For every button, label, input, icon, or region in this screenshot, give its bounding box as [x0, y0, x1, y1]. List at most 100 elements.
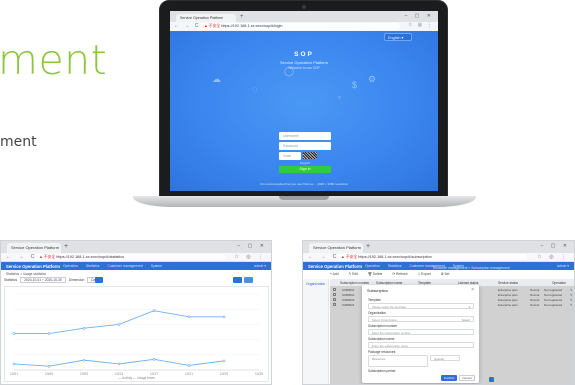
subscription-name-label: Subscription name — [368, 337, 395, 341]
column-header[interactable]: License status — [458, 281, 478, 285]
data-point — [187, 315, 191, 319]
browser-tab[interactable]: Service Operation Platform — [7, 243, 61, 253]
url-field[interactable]: ▲ 不安全 https://192.168.1.xx:xxxx/sop/#/lo… — [200, 23, 400, 30]
sidebar-item-organization[interactable]: Organization — [306, 282, 325, 286]
menu-item[interactable]: Statistics — [388, 264, 402, 268]
menu-item[interactable]: Operation — [365, 264, 380, 268]
x-tick-label: 10/21 — [185, 372, 193, 376]
line-chart: 10/01 10/05 10/09 10/13 10/17 10/21 10/25 10/29… — [10, 293, 263, 380]
chart-view-button[interactable] — [233, 277, 242, 283]
data-point — [117, 362, 121, 366]
cancel-button[interactable]: Cancel — [459, 375, 475, 381]
date-range-input[interactable]: 2020-10-01 ~ 2020-10-30 — [20, 277, 66, 283]
forgot-link[interactable]: Forgot? — [279, 161, 331, 165]
search-button[interactable] — [95, 277, 103, 283]
window-controls[interactable]: – ▢ ✕ — [238, 243, 267, 249]
data-point — [222, 359, 226, 363]
settings-button[interactable]: ⚙ Set — [441, 272, 450, 276]
export-button[interactable]: ⇩ Export — [417, 272, 430, 276]
window-controls[interactable]: – ▢ ✕ — [541, 243, 570, 249]
template-label: Template — [368, 298, 381, 302]
insecure-warning: ▲ 不安全 — [341, 255, 358, 259]
template-select[interactable]: Please select the template ▾ — [368, 303, 474, 309]
address-bar: ← → C ▲ 不安全 https://192.168.1.xx:xxxx/so… — [170, 22, 438, 31]
laptop-lid: Service Operation Platform + – ▢ ✕ ← → C… — [159, 0, 448, 197]
user-menu[interactable]: admin ▾ — [254, 264, 266, 268]
data-point — [12, 332, 16, 335]
subscription-number-input[interactable]: Enter the subscription number — [368, 329, 474, 335]
login-welcome: Welcome to use SOP — [288, 66, 320, 70]
url-field[interactable]: ▲ 不安全 https://192.168.1.xx:xxxx/sop/#/su… — [337, 254, 527, 261]
data-point — [152, 358, 156, 361]
column-header[interactable]: Subscription name — [376, 281, 402, 285]
username-input[interactable]: Username — [279, 132, 331, 140]
organization-field[interactable]: Select Organization Select — [368, 316, 474, 322]
refresh-button[interactable]: ⟳ Refresh — [392, 272, 407, 276]
browser-nav-icons[interactable]: ← → C — [174, 23, 200, 29]
url-field[interactable]: ▲ 不安全 https://192.168.1.xx:xxxx/sop/#/st… — [35, 254, 225, 261]
browser-tab[interactable]: Service Operation Platform — [309, 243, 363, 253]
x-tick-label: 10/09 — [80, 372, 88, 376]
window-controls[interactable]: – ▢ ✕ — [405, 13, 434, 19]
subscription-name-input[interactable]: Enter the subscription name — [368, 342, 474, 348]
browser-chrome: Service Operation Platform + – ▢ ✕ ← → C… — [170, 11, 438, 31]
browser-tool-icons[interactable]: ☆ ◎ ⋮ — [408, 23, 434, 29]
data-point — [117, 323, 121, 326]
close-icon[interactable]: × — [471, 288, 474, 293]
user-menu[interactable]: admin ▾ — [557, 264, 569, 268]
laptop-notch — [279, 196, 329, 200]
x-tick-label: 10/29 — [255, 372, 263, 376]
breadcrumb: Customer management > Subscription manag… — [433, 266, 510, 270]
browser-nav-icons[interactable]: ← → C — [6, 254, 37, 260]
quantity-input[interactable]: Quantity — [430, 355, 460, 361]
data-point — [82, 358, 86, 362]
delete-button[interactable]: 🗑 Delete — [368, 272, 383, 276]
select-button[interactable]: Select — [462, 318, 470, 321]
page: ment ment Service Operation Platform + –… — [0, 0, 575, 385]
package-label: Package resources — [368, 350, 396, 354]
app-header: Service Operation Platform Operation Sta… — [1, 262, 271, 270]
org-sidebar: Organization — [303, 279, 329, 384]
menu-item[interactable]: Operation — [63, 264, 78, 268]
data-point — [47, 332, 51, 335]
subscription-screenshot: Service Operation Platform + – ▢ ✕ ← → C… — [302, 240, 575, 385]
browser-nav-icons[interactable]: ← → C — [308, 254, 339, 260]
app-menu: Operation Statistics Customer management… — [63, 264, 169, 268]
column-header[interactable]: Operation — [552, 281, 566, 285]
resources-select[interactable]: Resources — [368, 355, 428, 367]
data-point — [187, 364, 191, 367]
new-tab-icon[interactable]: + — [366, 243, 370, 250]
data-point — [82, 326, 86, 330]
new-tab-icon[interactable]: + — [64, 243, 68, 250]
menu-item[interactable]: Customer management — [107, 264, 142, 268]
edit-button[interactable]: ✎ Edit — [348, 272, 357, 276]
browser-chrome: Service Operation Platform + – ▢ ✕ — [303, 241, 574, 253]
captcha-image[interactable] — [303, 152, 317, 159]
laptop-camera — [302, 5, 306, 9]
captcha-input[interactable]: Code — [279, 152, 301, 160]
breadcrumb: Statistics > Usage statistics — [6, 272, 47, 276]
confirm-button[interactable]: Confirm — [441, 375, 457, 381]
browser-tool-icons[interactable]: ☆ ◎ ⋮ — [537, 254, 569, 260]
pagination-current[interactable] — [489, 377, 494, 382]
menu-item[interactable]: System — [151, 264, 162, 268]
password-input[interactable]: Password — [279, 142, 331, 150]
login-subtitle: Service Operation Platform — [279, 60, 329, 65]
column-header[interactable]: Service status — [498, 281, 518, 285]
language-select[interactable]: English ▾ — [384, 33, 412, 41]
cloud-decor-icon: ☁ — [212, 74, 221, 84]
data-point — [47, 364, 51, 368]
new-tab-icon[interactable]: + — [240, 14, 244, 20]
browser-tab[interactable]: Service Operation Platform — [176, 14, 236, 22]
x-tick-label: 10/05 — [45, 372, 53, 376]
menu-item[interactable]: Statistics — [86, 264, 100, 268]
template-value: Please select the template — [372, 305, 406, 309]
export-button[interactable] — [244, 277, 253, 283]
add-button[interactable]: + Add — [330, 272, 339, 276]
browser-tool-icons[interactable]: ☆ ◎ ⋮ — [234, 254, 266, 260]
subheadline: ment — [0, 134, 37, 150]
bubble-decor-icon: ◦ — [338, 92, 342, 102]
column-header[interactable]: Subscription number — [340, 281, 369, 285]
column-header[interactable]: Template — [418, 281, 431, 285]
login-button[interactable]: Sign in — [279, 166, 331, 173]
